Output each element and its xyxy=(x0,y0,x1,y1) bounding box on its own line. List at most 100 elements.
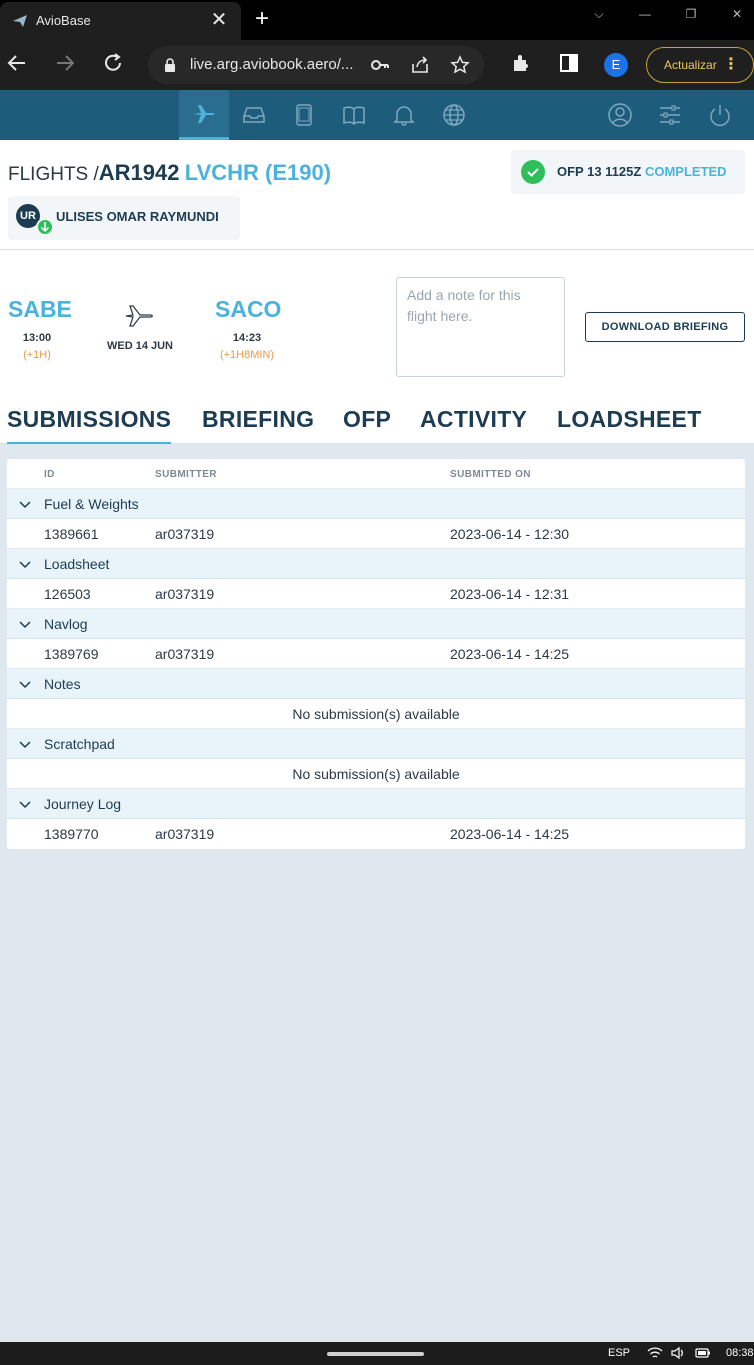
input-language[interactable]: ESP xyxy=(608,1347,630,1359)
nav-notifications[interactable] xyxy=(379,90,429,140)
table-row[interactable]: 1389661 ar037319 2023-06-14 - 12:30 xyxy=(7,519,745,549)
ofp-status: COMPLETED xyxy=(644,164,727,179)
side-panel-icon[interactable] xyxy=(556,52,582,78)
chevron-down-icon xyxy=(19,681,31,689)
destination-airport: SACO xyxy=(215,296,282,322)
nav-flights[interactable] xyxy=(179,90,229,140)
battery-icon[interactable] xyxy=(695,1346,711,1360)
chevron-down-icon xyxy=(19,741,31,749)
origin-delay: (+1H) xyxy=(23,349,51,361)
group-name: Scratchpad xyxy=(44,736,115,752)
nav-library[interactable] xyxy=(329,90,379,140)
wifi-icon[interactable] xyxy=(647,1346,663,1360)
submitter: ar037319 xyxy=(155,646,215,662)
flight-header: FLIGHTS /AR1942 LVCHR (E190) OFP 13 1125… xyxy=(0,140,754,250)
paper-plane-icon xyxy=(13,15,27,27)
nav-settings[interactable] xyxy=(645,90,695,140)
os-taskbar: ESP 08:38 xyxy=(0,1342,754,1365)
browser-tab-bar: AvioBase ✕ + ⌵ — ❐ ✕ xyxy=(0,0,754,40)
extensions-icon[interactable] xyxy=(508,52,534,78)
submitter: ar037319 xyxy=(155,586,215,602)
crew-name: ULISES OMAR RAYMUNDI xyxy=(56,209,219,224)
app-nav-bar xyxy=(0,90,754,140)
column-submitter[interactable]: SUBMITTER xyxy=(155,469,217,480)
profile-avatar[interactable]: E xyxy=(604,53,628,77)
download-briefing-button[interactable]: DOWNLOAD BRIEFING xyxy=(585,312,745,342)
group-navlog[interactable]: Navlog xyxy=(7,609,745,639)
nav-logout[interactable] xyxy=(695,90,745,140)
restore-icon[interactable]: ❐ xyxy=(668,0,714,28)
tablet-icon xyxy=(296,104,312,126)
inbox-icon xyxy=(243,107,265,123)
lock-icon[interactable] xyxy=(164,58,176,72)
gesture-handle[interactable] xyxy=(327,1352,424,1356)
group-name: Navlog xyxy=(44,616,88,632)
bell-icon xyxy=(393,106,415,126)
address-bar[interactable]: live.arg.aviobook.aero/... xyxy=(148,46,484,84)
submissions-table: ID SUBMITTER SUBMITTED ON Fuel & Weights… xyxy=(7,459,745,849)
origin-airport: SABE xyxy=(8,296,72,322)
nav-profile[interactable] xyxy=(595,90,645,140)
group-scratchpad[interactable]: Scratchpad xyxy=(7,729,745,759)
close-tab-icon[interactable]: ✕ xyxy=(208,10,230,32)
key-icon[interactable] xyxy=(370,55,390,75)
table-row[interactable]: 126503 ar037319 2023-06-14 - 12:31 xyxy=(7,579,745,609)
update-button[interactable]: Actualizar ⋮ xyxy=(646,47,754,83)
column-id[interactable]: ID xyxy=(44,469,55,480)
group-name: Notes xyxy=(44,676,81,692)
forward-icon[interactable] xyxy=(52,52,78,78)
share-icon[interactable] xyxy=(410,55,430,75)
tab-submissions[interactable]: SUBMISSIONS xyxy=(7,406,172,444)
empty-message: No submission(s) available xyxy=(292,766,460,782)
new-tab-icon[interactable]: + xyxy=(250,7,274,32)
minimize-icon[interactable]: — xyxy=(622,0,668,28)
breadcrumb-flights[interactable]: FLIGHTS / xyxy=(8,164,99,185)
chevron-down-icon xyxy=(19,801,31,809)
group-notes[interactable]: Notes xyxy=(7,669,745,699)
volume-icon[interactable] xyxy=(670,1346,686,1360)
power-icon xyxy=(710,105,730,127)
tab-title: AvioBase xyxy=(36,13,91,28)
nav-inbox[interactable] xyxy=(229,90,279,140)
back-icon[interactable] xyxy=(4,52,30,78)
table-row[interactable]: 1389770 ar037319 2023-06-14 - 14:25 xyxy=(7,819,745,849)
nav-tablet[interactable] xyxy=(279,90,329,140)
nav-web[interactable] xyxy=(429,90,479,140)
tab-ofp[interactable]: OFP xyxy=(343,406,391,442)
star-icon[interactable] xyxy=(450,55,470,75)
submitter: ar037319 xyxy=(155,526,215,542)
tab-activity[interactable]: ACTIVITY xyxy=(420,406,527,442)
submission-id: 1389661 xyxy=(44,526,99,542)
ofp-version: OFP 13 1125Z xyxy=(557,164,642,179)
submission-id: 126503 xyxy=(44,586,91,602)
ofp-status-badge[interactable]: OFP 13 1125Z COMPLETED xyxy=(511,150,745,194)
destination-time: 14:23 xyxy=(232,332,262,344)
submitted-on: 2023-06-14 - 12:31 xyxy=(450,586,570,602)
user-icon xyxy=(608,103,632,127)
tab-briefing[interactable]: BRIEFING xyxy=(202,406,314,442)
group-name: Journey Log xyxy=(44,796,122,812)
url-text: live.arg.aviobook.aero/... xyxy=(190,56,354,73)
sliders-icon xyxy=(660,105,680,125)
flight-tabs: SUBMISSIONS BRIEFING OFP ACTIVITY LOADSH… xyxy=(0,402,754,444)
group-loadsheet[interactable]: Loadsheet xyxy=(7,549,745,579)
column-submitted-on[interactable]: SUBMITTED ON xyxy=(450,469,531,480)
ofp-label: OFP 13 1125Z COMPLETED xyxy=(557,164,727,179)
empty-row: No submission(s) available xyxy=(7,759,745,789)
origin-time: 13:00 xyxy=(22,332,52,344)
group-fuel-weights[interactable]: Fuel & Weights xyxy=(7,489,745,519)
reload-icon[interactable] xyxy=(100,52,126,78)
tab-search-icon[interactable]: ⌵ xyxy=(576,0,622,28)
more-menu-icon[interactable]: ⋮ xyxy=(723,48,739,82)
browser-tab[interactable]: AvioBase ✕ xyxy=(0,2,241,40)
tab-loadsheet[interactable]: LOADSHEET xyxy=(557,406,702,442)
group-journey-log[interactable]: Journey Log xyxy=(7,789,745,819)
book-icon xyxy=(343,106,365,126)
destination-delay: (+1H8MIN) xyxy=(219,349,275,361)
clock[interactable]: 08:38 xyxy=(726,1347,754,1359)
crew-member[interactable]: UR ULISES OMAR RAYMUNDI xyxy=(8,196,240,240)
empty-row: No submission(s) available xyxy=(7,699,745,729)
table-row[interactable]: 1389769 ar037319 2023-06-14 - 14:25 xyxy=(7,639,745,669)
flight-note-input[interactable] xyxy=(396,277,565,377)
close-window-icon[interactable]: ✕ xyxy=(714,0,754,28)
